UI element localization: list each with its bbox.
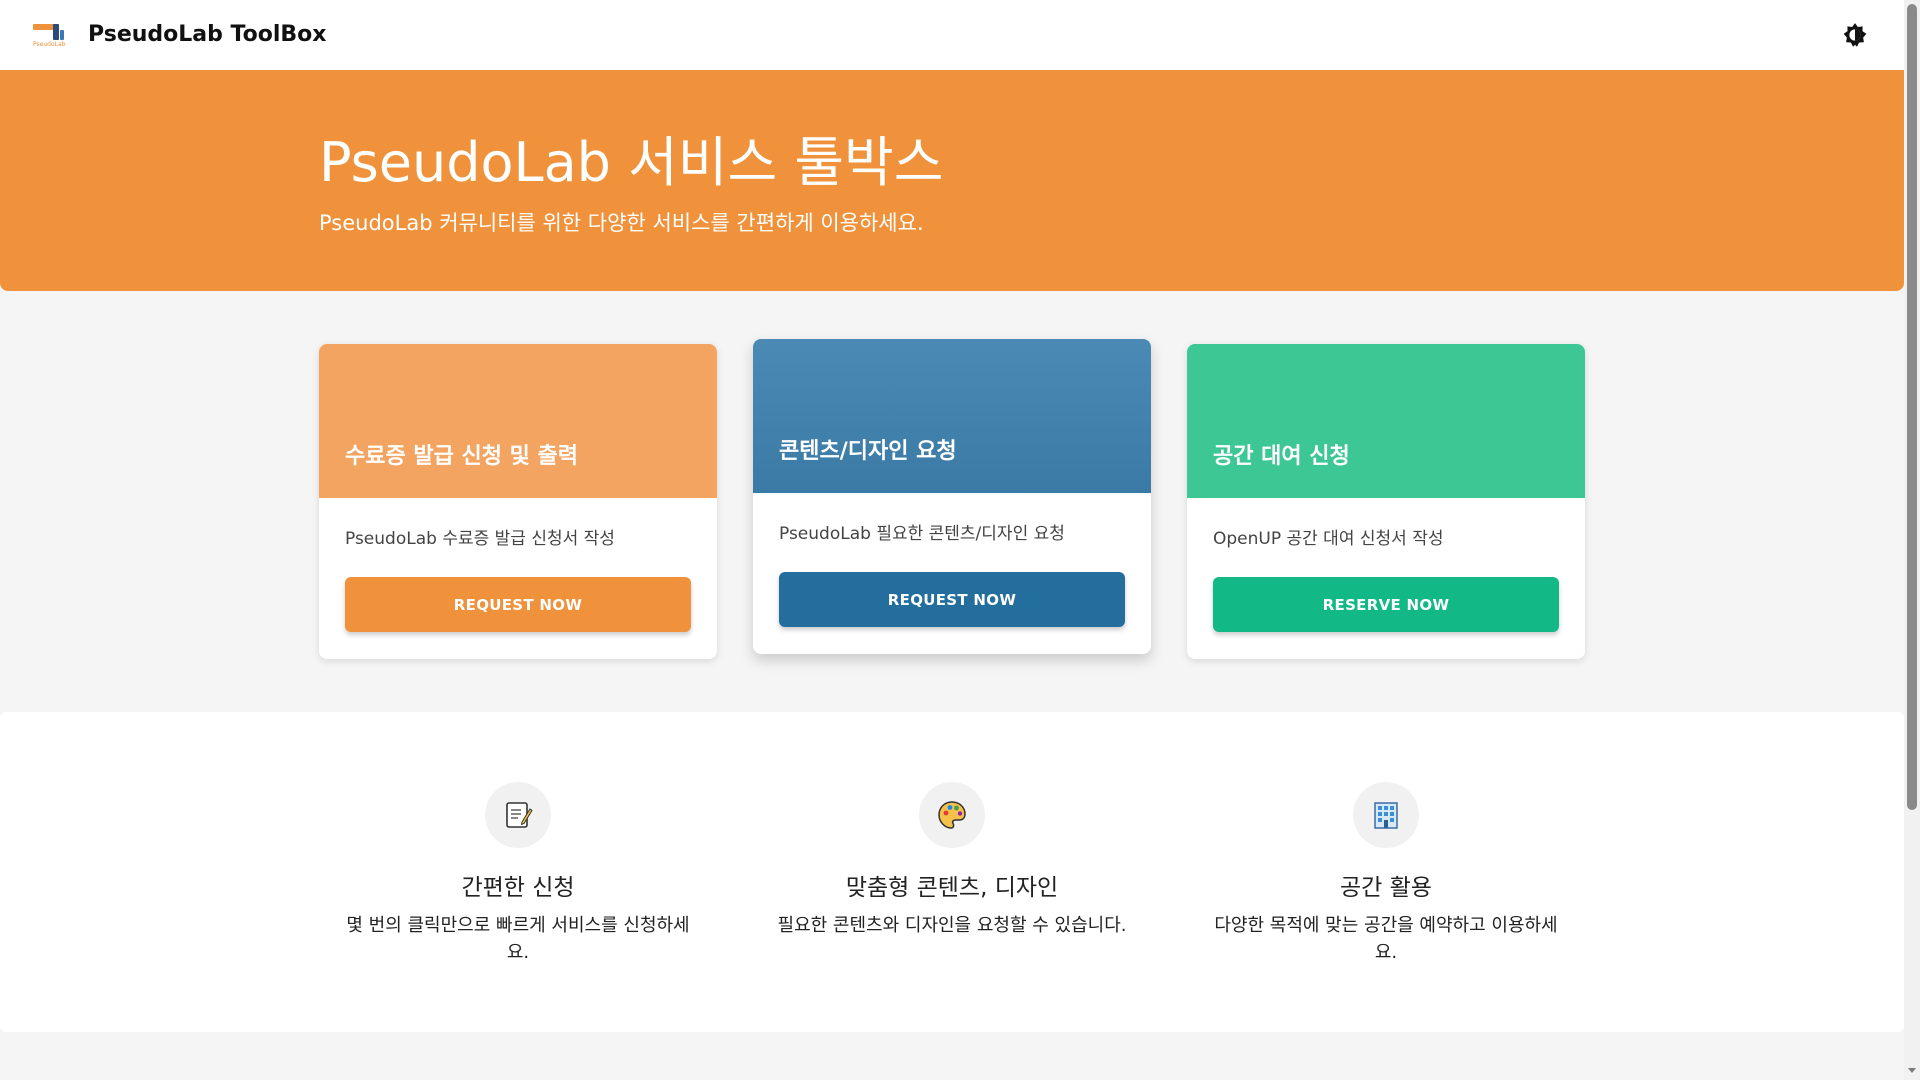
scroll-down-arrow[interactable] [1908, 1068, 1916, 1073]
card-header: 콘텐츠/디자인 요청 [753, 339, 1151, 493]
logo-mark-navy [53, 24, 59, 40]
card-header: 공간 대여 신청 [1187, 344, 1585, 498]
design-request-button[interactable]: REQUEST NOW [779, 572, 1125, 627]
feature-title: 맞춤형 콘텐츠, 디자인 [845, 875, 1059, 901]
feature-easy-apply: 간편한 신청 몇 번의 클릭만으로 빠르게 서비스를 신청하세요. [338, 782, 698, 966]
feature-description: 다양한 목적에 맞는 공간을 예약하고 이용하세요. [1214, 915, 1558, 963]
card-description: PseudoLab 수료증 발급 신청서 작성 [345, 529, 615, 549]
feature-description: 필요한 콘텐츠와 디자인을 요청할 수 있습니다. [777, 915, 1127, 936]
building-icon [1353, 782, 1419, 848]
card-body: OpenUP 공간 대여 신청서 작성 RESERVE NOW [1187, 498, 1585, 659]
logo-wordmark: PseudoLab [33, 41, 66, 48]
hero-banner: PseudoLab 서비스 툴박스 PseudoLab 커뮤니티를 위한 다양한… [0, 70, 1904, 291]
hero-subtitle: PseudoLab 커뮤니티를 위한 다양한 서비스를 간편하게 이용하세요. [319, 211, 924, 235]
feature-description: 몇 번의 클릭만으로 빠르게 서비스를 신청하세요. [346, 915, 690, 963]
brand-title[interactable]: PseudoLab ToolBox [88, 22, 326, 47]
brightness-icon [1843, 23, 1867, 47]
page: PseudoLab PseudoLab ToolBox PseudoLab 서비… [0, 0, 1904, 1080]
card-title: 수료증 발급 신청 및 출력 [345, 444, 579, 469]
pseudolab-logo[interactable]: PseudoLab [31, 21, 67, 49]
card-body: PseudoLab 수료증 발급 신청서 작성 REQUEST NOW [319, 498, 717, 659]
features-section: 간편한 신청 몇 번의 클릭만으로 빠르게 서비스를 신청하세요. 맞춤형 콘텐… [0, 712, 1904, 1032]
scrollbar-thumb[interactable] [1907, 4, 1917, 810]
feature-space-usage: 공간 활용 다양한 목적에 맞는 공간을 예약하고 이용하세요. [1206, 782, 1566, 966]
card-header: 수료증 발급 신청 및 출력 [319, 344, 717, 498]
hero-title: PseudoLab 서비스 툴박스 [319, 131, 944, 194]
card-description: PseudoLab 필요한 콘텐츠/디자인 요청 [779, 524, 1065, 544]
certificate-card: 수료증 발급 신청 및 출력 PseudoLab 수료증 발급 신청서 작성 R… [319, 344, 717, 659]
palette-icon [919, 782, 985, 848]
logo-mark-blue [60, 30, 64, 40]
feature-title: 간편한 신청 [461, 875, 575, 901]
certificate-request-button[interactable]: REQUEST NOW [345, 577, 691, 632]
feature-title: 공간 활용 [1340, 875, 1432, 901]
app-header: PseudoLab PseudoLab ToolBox [0, 0, 1904, 70]
card-body: PseudoLab 필요한 콘텐츠/디자인 요청 REQUEST NOW [753, 493, 1151, 654]
theme-toggle-button[interactable] [1842, 22, 1868, 48]
memo-icon [485, 782, 551, 848]
feature-custom-design: 맞춤형 콘텐츠, 디자인 필요한 콘텐츠와 디자인을 요청할 수 있습니다. [772, 782, 1132, 939]
card-description: OpenUP 공간 대여 신청서 작성 [1213, 529, 1444, 549]
card-title: 공간 대여 신청 [1213, 444, 1350, 469]
space-rental-card: 공간 대여 신청 OpenUP 공간 대여 신청서 작성 RESERVE NOW [1187, 344, 1585, 659]
card-title: 콘텐츠/디자인 요청 [779, 439, 957, 464]
design-request-card: 콘텐츠/디자인 요청 PseudoLab 필요한 콘텐츠/디자인 요청 REQU… [753, 339, 1151, 654]
space-reserve-button[interactable]: RESERVE NOW [1213, 577, 1559, 632]
